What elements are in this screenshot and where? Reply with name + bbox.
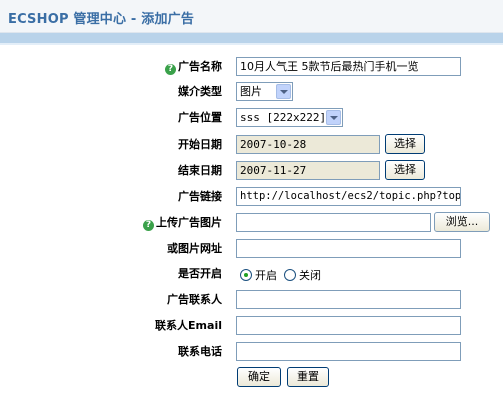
end-date-label: 结束日期 [178,164,222,177]
help-question-icon[interactable]: ? [143,220,154,231]
upload-file-input[interactable] [236,213,431,232]
end-date-select-button[interactable]: 选择 [385,160,425,180]
ad-name-input[interactable]: 10月人气王 5款节后最热门手机一览 [236,57,461,76]
media-type-value: 图片 [240,85,262,98]
help-question-icon[interactable]: ? [165,64,176,75]
chevron-down-icon[interactable] [326,110,341,125]
start-date-select-button[interactable]: 选择 [385,134,425,154]
start-date-label: 开始日期 [178,138,222,151]
media-type-select[interactable]: 图片 [236,82,293,101]
enabled-off-label[interactable]: 关闭 [299,267,321,283]
media-type-label: 媒介类型 [178,85,222,98]
page-header: ECSHOP 管理中心 - 添加广告 [0,0,503,33]
position-select[interactable]: sss [222x222] [236,108,343,127]
phone-label: 联系电话 [178,345,222,358]
ad-name-label: ? 广告名称 [165,60,222,75]
ad-link-input[interactable]: http://localhost/ecs2/topic.php?topi [236,187,461,206]
email-input[interactable] [236,316,461,335]
start-date-input[interactable]: 2007-10-28 [236,135,380,154]
enabled-off-radio[interactable] [284,269,296,281]
enabled-on-radio[interactable] [240,269,252,281]
end-date-input[interactable]: 2007-11-27 [236,161,380,180]
contact-input[interactable] [236,290,461,309]
enabled-label: 是否开启 [178,267,222,280]
image-url-input[interactable] [236,239,461,258]
chevron-down-icon[interactable] [276,84,291,99]
image-url-label: 或图片网址 [167,242,222,255]
contact-label: 广告联系人 [167,293,222,306]
email-label: 联系人Email [155,319,222,332]
ad-form: ? 广告名称 10月人气王 5款节后最热门手机一览 媒介类型 图片 广告位置 ss… [0,45,503,414]
submit-button[interactable]: 确定 [237,367,281,387]
reset-button[interactable]: 重置 [287,367,329,387]
enabled-on-label[interactable]: 开启 [255,267,277,283]
page-title: ECSHOP 管理中心 - 添加广告 [8,12,195,27]
enabled-radio-group: 开启 关闭 [240,267,325,283]
position-label: 广告位置 [178,111,222,124]
ad-link-label: 广告链接 [178,190,222,203]
header-band [0,33,503,43]
position-value: sss [222x222] [240,111,327,124]
browse-button[interactable]: 浏览... [434,212,490,232]
upload-label: ? 上传广告图片 [143,216,222,231]
phone-input[interactable] [236,342,461,361]
